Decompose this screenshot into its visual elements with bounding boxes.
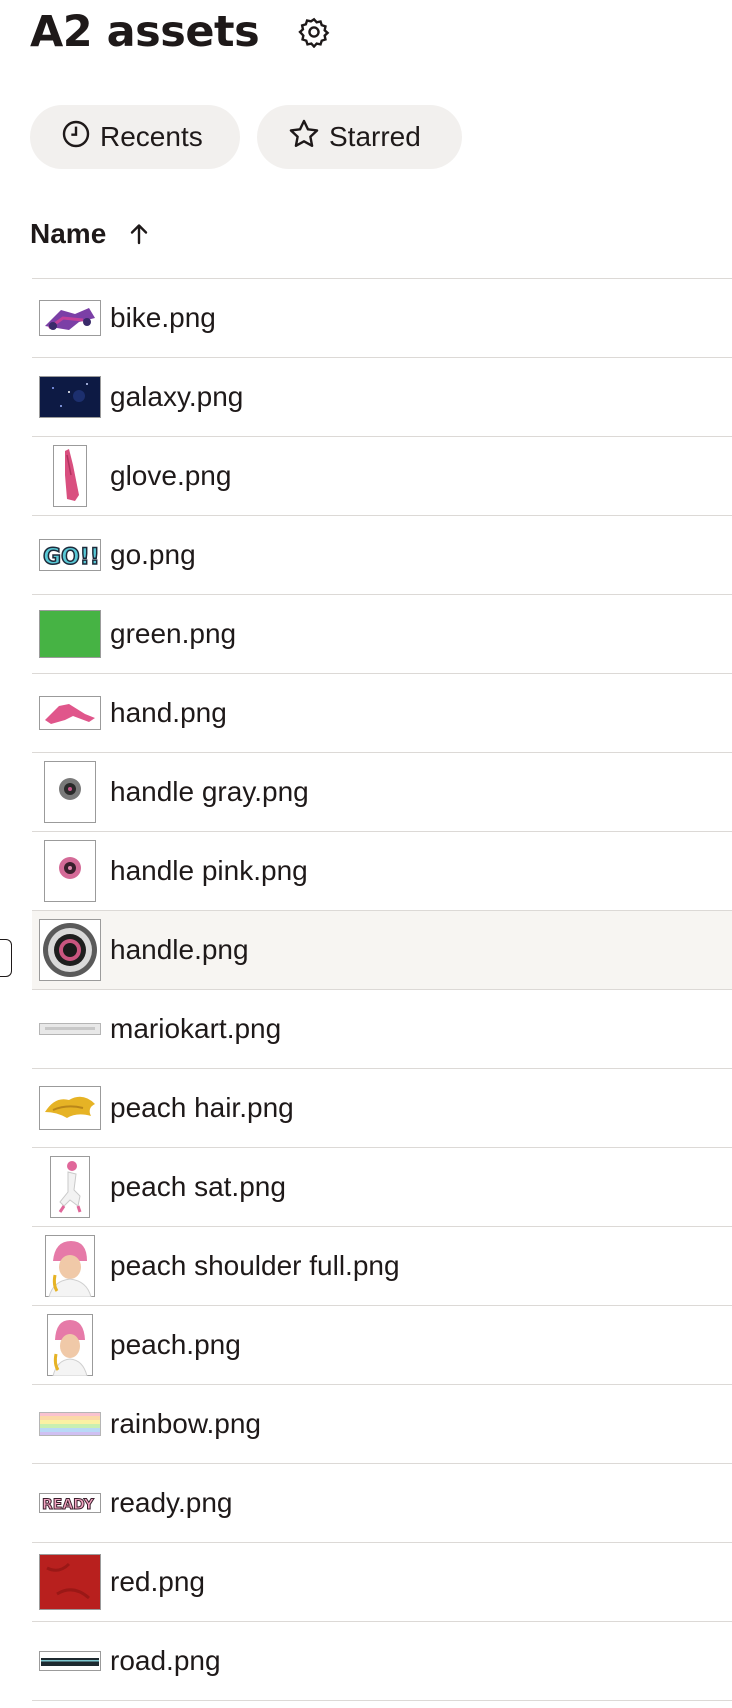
file-name[interactable]: road.png [110, 1645, 221, 1677]
file-row[interactable]: road.png [32, 1622, 732, 1701]
page-header: A2 assets [30, 0, 331, 64]
file-name[interactable]: green.png [110, 618, 236, 650]
page-title: A2 assets [30, 7, 260, 57]
file-name[interactable]: bike.png [110, 302, 216, 334]
galaxy-thumbnail [36, 369, 104, 425]
sort-ascending-icon[interactable] [128, 222, 150, 246]
file-row[interactable]: green.png [32, 595, 732, 674]
glove-thumbnail [36, 445, 104, 507]
file-name[interactable]: mariokart.png [110, 1013, 281, 1045]
file-row[interactable]: handle.png [32, 911, 732, 990]
file-row[interactable]: peach.png [32, 1306, 732, 1385]
selection-handle [0, 939, 12, 977]
file-row[interactable]: handle gray.png [32, 753, 732, 832]
file-row[interactable]: rainbow.png [32, 1385, 732, 1464]
file-row[interactable]: red.png [32, 1543, 732, 1622]
bike-thumbnail [36, 290, 104, 346]
file-name[interactable]: handle.png [110, 934, 249, 966]
file-name[interactable]: glove.png [110, 460, 231, 492]
file-row[interactable]: hand.png [32, 674, 732, 753]
file-name[interactable]: peach shoulder full.png [110, 1250, 400, 1282]
recents-button[interactable]: Recents [30, 105, 240, 169]
peach-sat-thumbnail [36, 1156, 104, 1218]
mariokart-thumbnail [36, 1001, 104, 1057]
file-row[interactable]: galaxy.png [32, 358, 732, 437]
file-name[interactable]: handle pink.png [110, 855, 308, 887]
file-row[interactable]: GO!! go.png [32, 516, 732, 595]
file-row[interactable]: bike.png [32, 279, 732, 358]
file-name[interactable]: red.png [110, 1566, 205, 1598]
peach-hair-thumbnail [36, 1080, 104, 1136]
file-row[interactable]: peach hair.png [32, 1069, 732, 1148]
file-name[interactable]: hand.png [110, 697, 227, 729]
name-header-label: Name [30, 218, 107, 249]
go-thumbnail: GO!! [36, 527, 104, 583]
file-name[interactable]: galaxy.png [110, 381, 243, 413]
svg-text:GO!!: GO!! [43, 545, 100, 570]
file-name[interactable]: ready.png [110, 1487, 232, 1519]
hand-thumbnail [36, 685, 104, 741]
handle-gray-thumbnail [36, 761, 104, 823]
file-name[interactable]: peach.png [110, 1329, 241, 1361]
file-row[interactable]: handle pink.png [32, 832, 732, 911]
peach-thumbnail [36, 1314, 104, 1376]
filter-chips: Recents Starred [30, 105, 462, 169]
name-column-header[interactable]: Name [30, 218, 150, 250]
file-name[interactable]: handle gray.png [110, 776, 309, 808]
starred-label: Starred [329, 121, 421, 152]
file-row[interactable]: peach shoulder full.png [32, 1227, 732, 1306]
ready-thumbnail: READY [36, 1475, 104, 1531]
file-name[interactable]: peach hair.png [110, 1092, 294, 1124]
handle-pink-thumbnail [36, 840, 104, 902]
file-name[interactable]: go.png [110, 539, 196, 571]
file-row[interactable]: READY ready.png [32, 1464, 732, 1543]
svg-text:READY: READY [42, 1497, 95, 1513]
recents-label: Recents [100, 121, 203, 152]
green-thumbnail [36, 606, 104, 662]
file-row[interactable]: glove.png [32, 437, 732, 516]
clock-icon [60, 118, 100, 157]
file-list: bike.png galaxy.png glove.png GO!! go.png gre… [32, 278, 732, 1701]
starred-button[interactable]: Starred [257, 105, 462, 169]
file-row[interactable]: peach sat.png [32, 1148, 732, 1227]
gear-icon[interactable] [297, 15, 331, 49]
red-thumbnail [36, 1554, 104, 1610]
rainbow-thumbnail [36, 1396, 104, 1452]
star-icon [287, 117, 329, 158]
peach-shoulder-thumbnail [36, 1235, 104, 1297]
road-thumbnail [36, 1633, 104, 1689]
file-name[interactable]: peach sat.png [110, 1171, 286, 1203]
handle-thumbnail [36, 919, 104, 981]
file-row[interactable]: mariokart.png [32, 990, 732, 1069]
file-name[interactable]: rainbow.png [110, 1408, 261, 1440]
